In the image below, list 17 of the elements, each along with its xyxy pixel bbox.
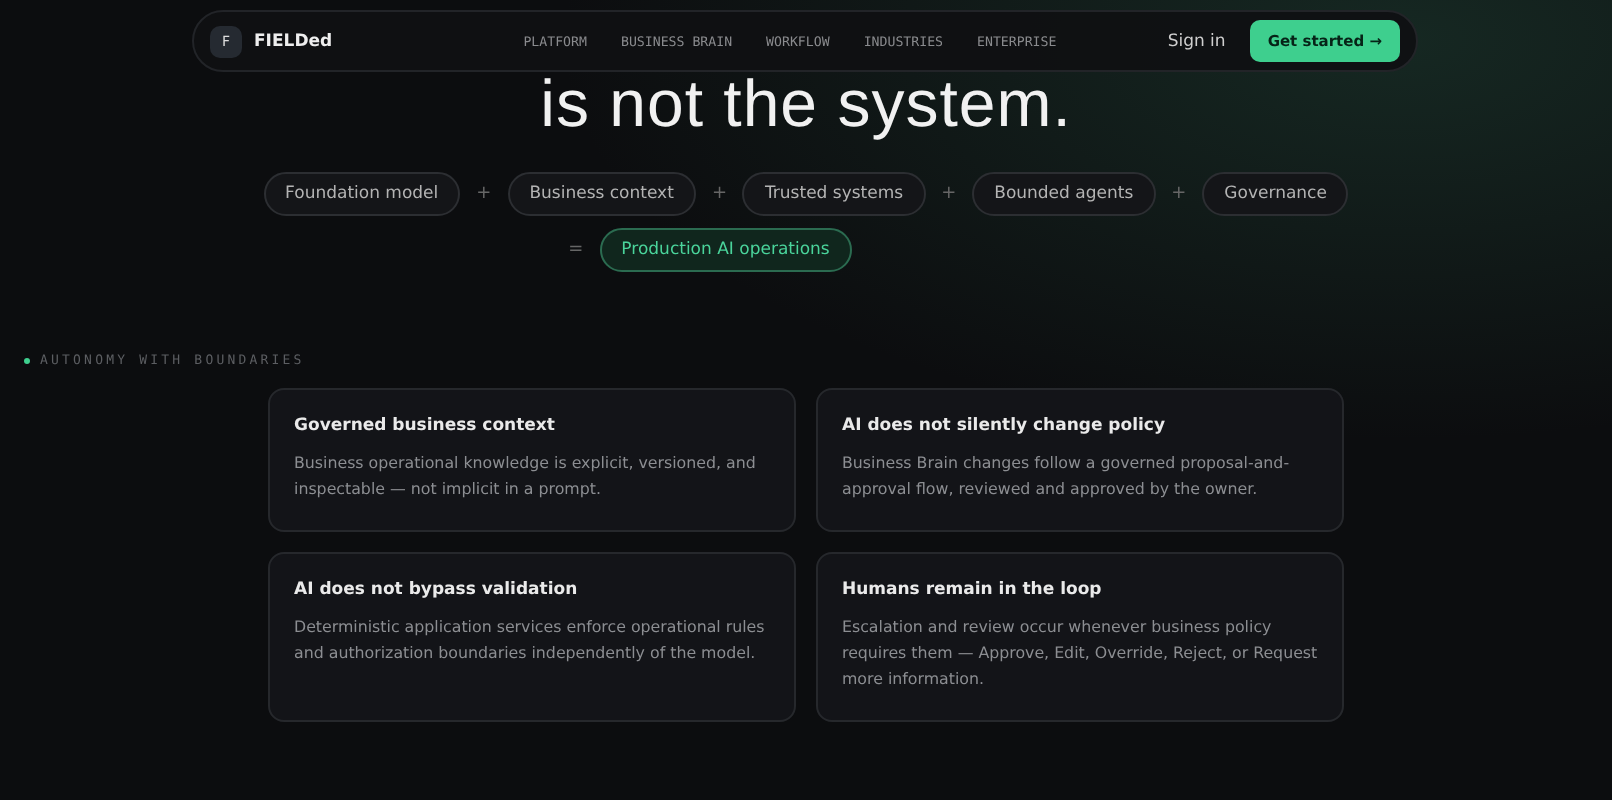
plus-sign: + [711, 184, 727, 204]
plus-sign: + [1171, 184, 1187, 204]
card-title: Governed business context [294, 416, 557, 436]
card-title: AI does not bypass validation [294, 580, 580, 600]
result-chip: Production AI operations [599, 228, 852, 272]
card-title: AI does not silently change policy [842, 416, 1168, 436]
plus-sign: + [476, 184, 492, 204]
plus-sign: + [941, 184, 957, 204]
term-chip: Business context [507, 172, 696, 216]
term-chip: Trusted systems [742, 172, 926, 216]
sign-in-link[interactable]: Sign in [1167, 31, 1226, 51]
equals-sign: = [568, 240, 584, 260]
term-chip: Bounded agents [972, 172, 1156, 216]
card-title: Humans remain in the loop [842, 580, 1104, 600]
brand-name[interactable]: FIELDed [254, 31, 333, 51]
term-chip: Governance [1202, 172, 1349, 216]
term-chip: Foundation model [263, 172, 461, 216]
